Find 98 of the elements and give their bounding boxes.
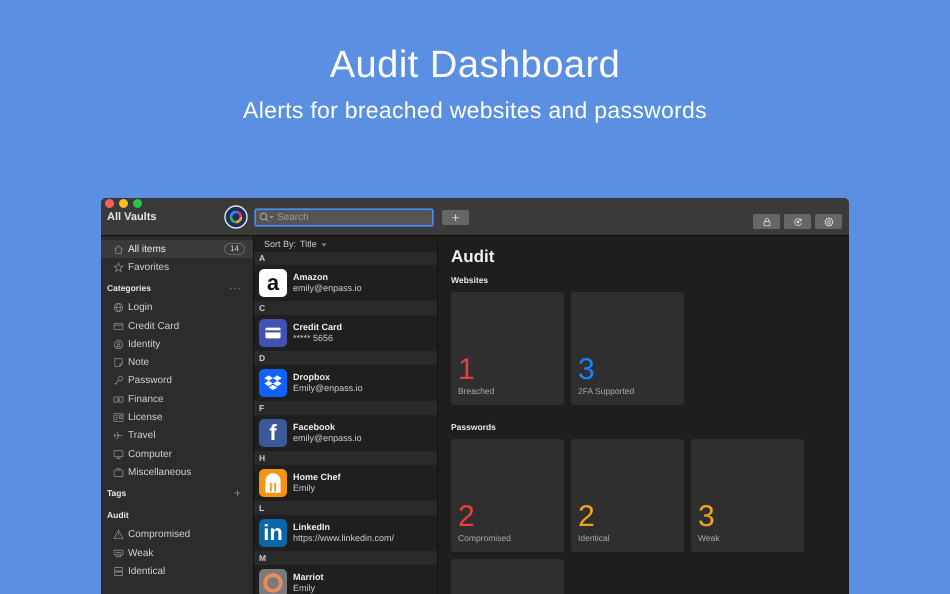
sidebar-item[interactable]: Credit Card [101, 316, 253, 336]
section-title: Websites [451, 274, 490, 286]
window-title: All Vaults [107, 211, 158, 223]
item-subtitle: Emily@enpass.io [293, 383, 363, 394]
section-header: Audit [107, 510, 129, 520]
zoom-button[interactable] [133, 199, 142, 208]
face-icon [113, 338, 124, 350]
caret-icon [321, 242, 328, 247]
group-header: H [254, 452, 437, 465]
app-logo-icon: f [259, 419, 287, 447]
item-subtitle: emily@enpass.io [293, 283, 362, 294]
item-subtitle: Emily [293, 583, 316, 594]
star-icon [113, 262, 124, 273]
sync-icon [792, 216, 802, 226]
stat-value: 2 [458, 501, 476, 533]
item-title: Facebook [293, 422, 336, 433]
item-title: Credit Card [293, 322, 342, 333]
item-subtitle: ***** 5656 [293, 333, 334, 344]
sidebar-item[interactable]: Computer [101, 444, 253, 464]
lock-icon [762, 216, 772, 226]
settings-icon [824, 216, 834, 226]
group-header: D [254, 352, 437, 365]
ring-logo-icon[interactable] [224, 205, 248, 229]
group-header: L [254, 502, 437, 515]
app-logo-icon: a [259, 269, 287, 297]
plane-icon [113, 430, 124, 442]
sidebar-item[interactable]: Finance [101, 390, 253, 408]
card-icon [113, 320, 124, 332]
item-subtitle: emily@enpass.io [293, 433, 362, 444]
stat-value: 3 [578, 354, 596, 386]
lock-button[interactable] [753, 214, 780, 229]
stat-card[interactable]: 3 2FA Supported [571, 292, 684, 405]
money-icon [113, 394, 124, 405]
item-title: Home Chef [293, 472, 341, 483]
globe-icon [113, 302, 124, 314]
section-header: Categories [107, 282, 151, 293]
section-action-button[interactable]: ··· [229, 282, 241, 294]
stat-value: 1 [458, 354, 476, 386]
warning-icon [113, 529, 124, 540]
item-title: Amazon [293, 272, 330, 283]
sidebar-item[interactable]: Identity [101, 335, 253, 354]
app-logo-icon: in [259, 519, 287, 547]
stat-card[interactable]: 3 Weak [691, 439, 804, 552]
settings-button[interactable] [815, 214, 842, 229]
sidebar-item[interactable]: License [101, 408, 253, 427]
stat-label: Breached [458, 386, 496, 397]
briefcase-icon [113, 466, 124, 478]
sidebar-item[interactable]: Identical [101, 562, 253, 580]
stack-icon [113, 566, 124, 577]
idcard-icon [113, 412, 124, 424]
sidebar-item[interactable]: Compromised [101, 526, 253, 544]
sort-label: Sort By: [264, 239, 296, 249]
item-subtitle: https://www.linkedin.com/ [293, 533, 394, 544]
count-badge: 14 [224, 243, 245, 256]
item-title: Dropbox [293, 372, 331, 383]
sidebar-item[interactable]: Weak [101, 544, 253, 562]
meter-icon [113, 548, 124, 558]
sidebar-item[interactable]: Miscellaneous [101, 463, 253, 482]
item-subtitle: Emily [293, 483, 316, 494]
stat-card[interactable]: 1 Breached [451, 292, 564, 405]
sidebar-item[interactable]: Password [101, 372, 253, 390]
stat-label: Weak [698, 533, 721, 544]
stat-label: 2FA Supported [578, 386, 636, 397]
group-header: M [254, 552, 437, 565]
item-title: Marriot [293, 572, 324, 583]
minimize-button[interactable] [119, 199, 128, 208]
section-header: Tags [107, 488, 126, 498]
sidebar-item[interactable]: Note [101, 353, 253, 372]
section-action-button[interactable]: + [234, 486, 241, 499]
sync-button[interactable] [784, 214, 811, 229]
stat-label: Compromised [458, 533, 512, 544]
group-header: A [254, 252, 437, 265]
sidebar-item[interactable]: Travel [101, 426, 253, 445]
stat-card[interactable]: 2 Compromised [451, 439, 564, 552]
sort-dropdown[interactable]: Title [300, 239, 328, 249]
hero-subtitle: Alerts for breached websites and passwords [243, 96, 707, 124]
group-header: C [254, 302, 437, 315]
stat-value: 2 [578, 501, 596, 533]
stat-card[interactable]: 2 Identical [571, 439, 684, 552]
stat-value: 3 [698, 501, 716, 533]
sidebar-item[interactable]: All items 14 [101, 240, 253, 258]
group-header: F [254, 402, 437, 415]
search-field[interactable]: Search [255, 208, 433, 226]
add-button[interactable]: + [442, 210, 469, 224]
hero-title: Audit Dashboard [330, 43, 620, 88]
close-button[interactable] [105, 199, 114, 208]
section-title: Passwords [451, 421, 497, 433]
stat-label: Identical [578, 533, 611, 544]
note-icon [113, 357, 124, 368]
monitor-icon [113, 448, 124, 460]
sidebar-item[interactable]: Favorites [101, 258, 253, 277]
item-title: LinkedIn [293, 522, 332, 533]
sidebar-item[interactable]: Login [101, 298, 253, 317]
key-icon [113, 375, 124, 386]
search-icon[interactable] [259, 212, 275, 222]
audit-title: Audit [451, 246, 496, 268]
home-icon [113, 244, 124, 255]
list-item[interactable]: Marriot Emily [254, 565, 437, 594]
